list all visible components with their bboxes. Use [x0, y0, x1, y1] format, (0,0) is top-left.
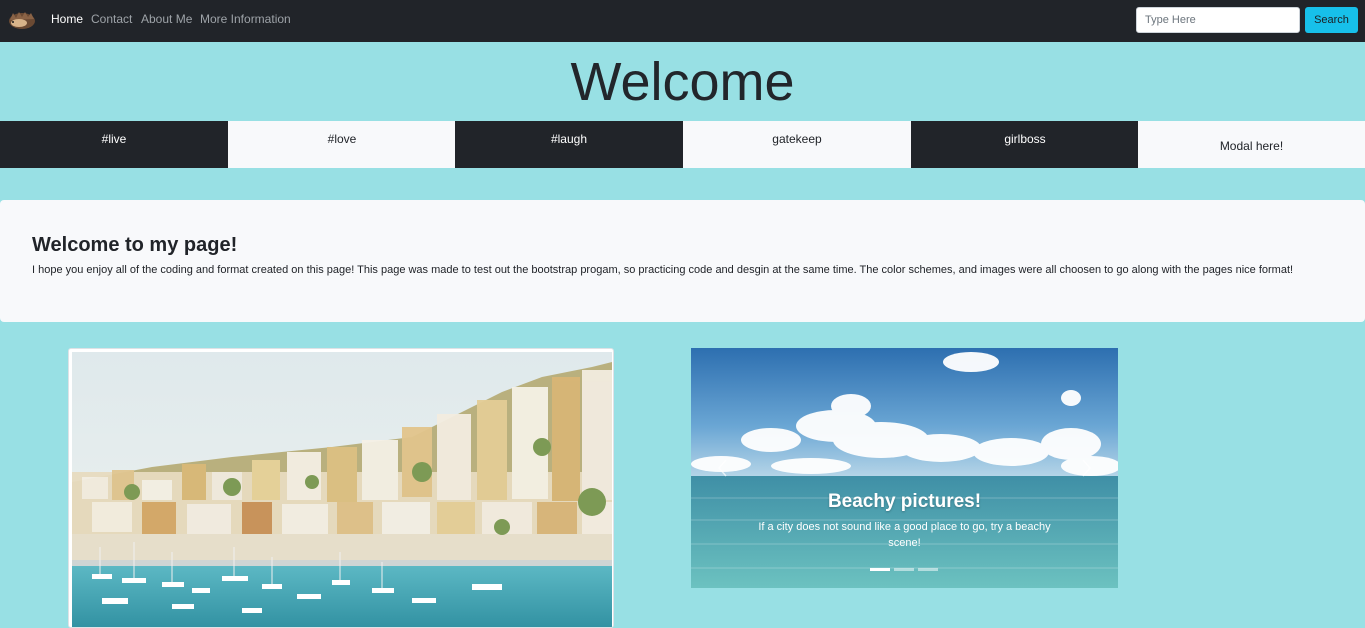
- tag-gatekeep[interactable]: gatekeep: [683, 121, 911, 168]
- tag-girlboss[interactable]: girlboss: [911, 121, 1139, 168]
- carousel-indicator[interactable]: [870, 568, 890, 571]
- search-button[interactable]: Search: [1305, 7, 1358, 33]
- modal-button[interactable]: Modal here!: [1138, 121, 1365, 168]
- search-input[interactable]: [1136, 7, 1300, 33]
- jumbotron-heading: Welcome to my page!: [32, 234, 238, 256]
- jumbotron-text: I hope you enjoy all of the coding and f…: [32, 264, 1294, 276]
- chevron-left-icon: [718, 459, 727, 477]
- page-title: Welcome: [570, 52, 795, 112]
- carousel-indicator[interactable]: [894, 568, 914, 571]
- tag-laugh[interactable]: #laugh: [455, 121, 683, 168]
- carousel-next-button[interactable]: [1076, 456, 1096, 480]
- harbor-city-image: [68, 348, 614, 628]
- beach-carousel: Beachy pictures! If a city does not soun…: [691, 348, 1118, 588]
- nav-link-contact[interactable]: Contact: [91, 12, 132, 26]
- carousel-prev-button[interactable]: [713, 456, 733, 480]
- hedgehog-logo-icon[interactable]: [7, 9, 37, 31]
- tag-love[interactable]: #love: [228, 121, 456, 168]
- welcome-jumbotron: Welcome to my page! I hope you enjoy all…: [0, 200, 1365, 322]
- carousel-caption-title: Beachy pictures!: [827, 491, 982, 512]
- carousel-indicator[interactable]: [918, 568, 938, 571]
- tag-live[interactable]: #live: [0, 121, 228, 168]
- navbar: Home Contact About Me More Information S…: [0, 0, 1365, 42]
- carousel-caption-text: If a city does not sound like a good pla…: [758, 521, 1051, 549]
- chevron-right-icon: [1082, 459, 1091, 477]
- nav-link-home[interactable]: Home: [51, 12, 83, 26]
- carousel-slide-image: [691, 348, 1118, 588]
- nav-link-more-information[interactable]: More Information: [200, 12, 291, 26]
- nav-link-about-me[interactable]: About Me: [141, 12, 192, 26]
